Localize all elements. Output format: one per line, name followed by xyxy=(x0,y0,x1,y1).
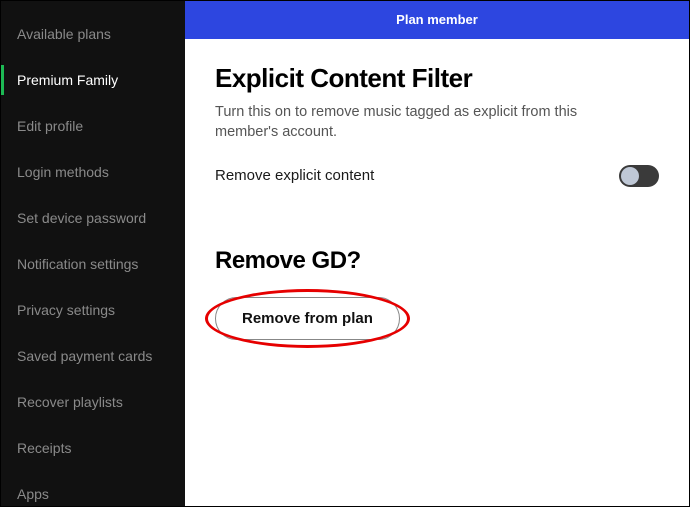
sidebar-item-saved-payment-cards[interactable]: Saved payment cards xyxy=(1,333,185,379)
banner-title: Plan member xyxy=(396,12,478,27)
sidebar-item-set-device-password[interactable]: Set device password xyxy=(1,195,185,241)
explicit-filter-description: Turn this on to remove music tagged as e… xyxy=(215,102,635,143)
sidebar-item-receipts[interactable]: Receipts xyxy=(1,425,185,471)
sidebar-item-login-methods[interactable]: Login methods xyxy=(1,149,185,195)
sidebar-item-premium-family[interactable]: Premium Family xyxy=(1,57,185,103)
sidebar-item-notification-settings[interactable]: Notification settings xyxy=(1,241,185,287)
explicit-toggle[interactable] xyxy=(619,165,659,187)
sidebar-item-recover-playlists[interactable]: Recover playlists xyxy=(1,379,185,425)
sidebar-item-privacy-settings[interactable]: Privacy settings xyxy=(1,287,185,333)
toggle-knob xyxy=(621,167,639,185)
explicit-toggle-row: Remove explicit content xyxy=(215,165,659,187)
remove-button-wrap: Remove from plan xyxy=(215,297,400,340)
explicit-filter-heading: Explicit Content Filter xyxy=(215,63,659,94)
remove-from-plan-button[interactable]: Remove from plan xyxy=(215,297,400,340)
banner: Plan member xyxy=(185,1,689,39)
sidebar: Available plans Premium Family Edit prof… xyxy=(1,1,185,506)
remove-member-heading: Remove GD? xyxy=(215,247,659,275)
content: Explicit Content Filter Turn this on to … xyxy=(185,39,689,506)
app-window: Available plans Premium Family Edit prof… xyxy=(0,0,690,507)
sidebar-item-available-plans[interactable]: Available plans xyxy=(1,11,185,57)
sidebar-item-edit-profile[interactable]: Edit profile xyxy=(1,103,185,149)
sidebar-item-apps[interactable]: Apps xyxy=(1,471,185,507)
main-panel: Plan member Explicit Content Filter Turn… xyxy=(185,1,689,506)
explicit-toggle-label: Remove explicit content xyxy=(215,167,374,184)
